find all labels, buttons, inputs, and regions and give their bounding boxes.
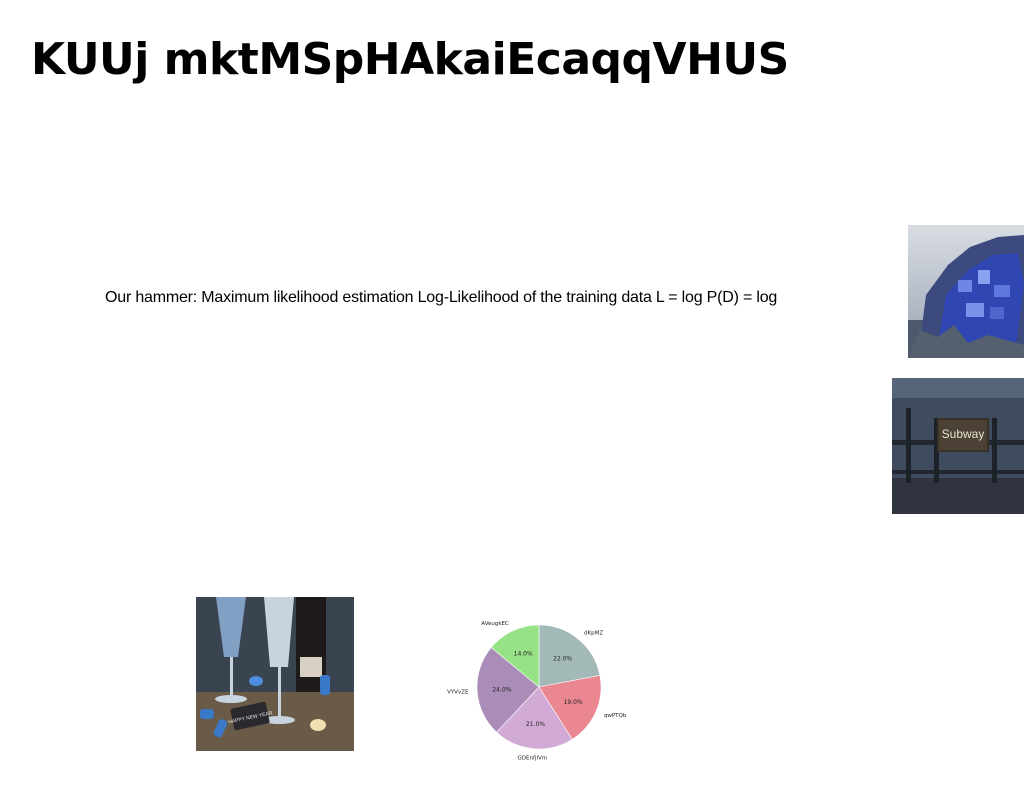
page-title: KUUj mktMSpHAkaiEcaqqVHUS bbox=[31, 34, 789, 85]
pie-category-label: GDEnfjlVm bbox=[518, 755, 548, 761]
pie-pct-label: 19.0% bbox=[564, 699, 583, 706]
pie-chart: 22.0% dKpMZ 19.0% qwPTQb 21.0% GDEnfjlVm 24.0%… bbox=[447, 621, 627, 761]
cliff-village-photo bbox=[908, 225, 1024, 358]
pie-pct-label: 22.0% bbox=[553, 655, 572, 662]
pie-pct-label: 24.0% bbox=[492, 686, 511, 693]
pie-category-label: qwPTQb bbox=[604, 713, 627, 719]
pie-pct-label: 14.0% bbox=[514, 650, 533, 657]
pie-category-label: VYVvZE bbox=[447, 689, 469, 695]
pie-category-label: AVeugkEC bbox=[481, 621, 509, 627]
pie-category-label: dKpMZ bbox=[584, 631, 603, 637]
pie-pct-label: 21.0% bbox=[526, 721, 545, 728]
body-text: Our hammer: Maximum likelihood estimatio… bbox=[105, 289, 778, 306]
subway-sign-photo: Subway bbox=[892, 378, 1024, 514]
subway-sign-text: Subway bbox=[942, 427, 985, 441]
celebration-photo: HAPPY NEW YEAR bbox=[196, 597, 354, 751]
